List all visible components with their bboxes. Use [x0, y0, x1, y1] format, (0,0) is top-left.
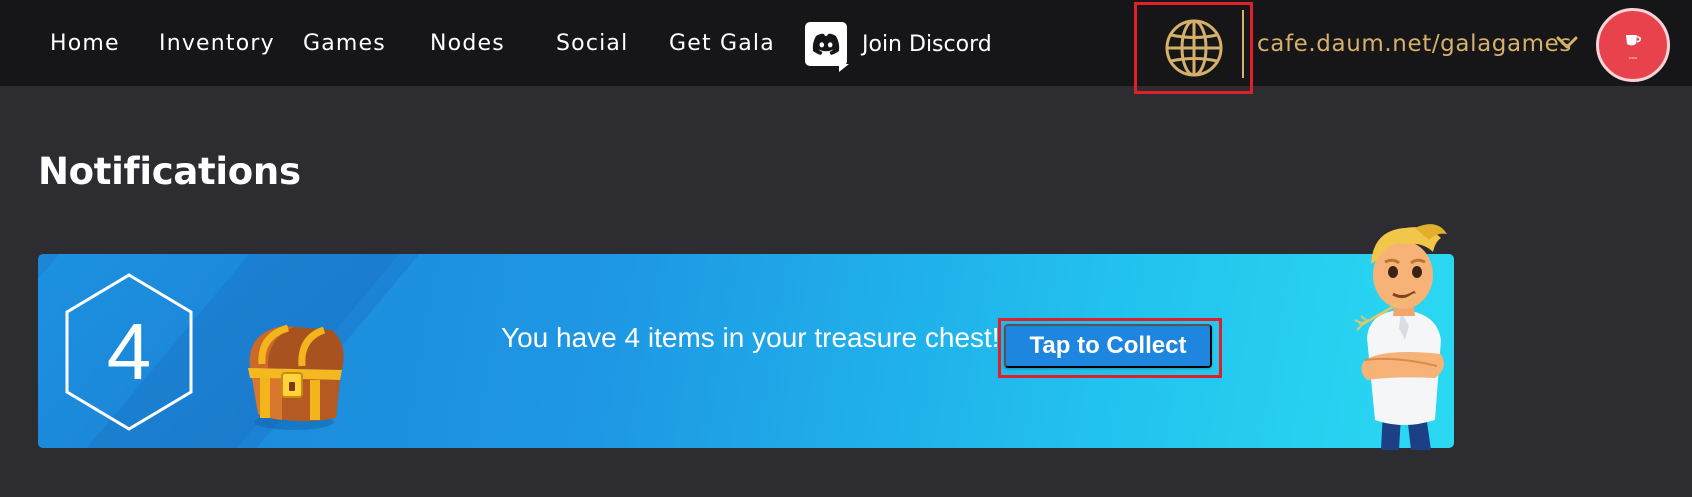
treasure-chest-notification: 4 You have 4 items in your treasure ches… — [38, 254, 1454, 448]
nav-link-home[interactable]: Home — [50, 30, 120, 58]
join-discord-link[interactable]: Join Discord — [805, 20, 992, 72]
nav-link-get-gala[interactable]: Get Gala — [669, 30, 775, 58]
page-title: Notifications — [38, 150, 301, 193]
tap-to-collect-button[interactable]: Tap to Collect — [1004, 324, 1212, 368]
nav-link-inventory[interactable]: Inventory — [159, 30, 275, 58]
notification-message: You have 4 items in your treasure chest! — [501, 322, 1000, 353]
globe-icon — [1165, 19, 1222, 77]
nav-divider — [1242, 10, 1244, 78]
avatar-caption: •••••• — [1628, 54, 1638, 60]
join-discord-label: Join Discord — [862, 31, 992, 57]
treasure-chest-icon — [248, 324, 344, 430]
nav-link-games[interactable]: Games — [303, 30, 386, 58]
nav-link-nodes[interactable]: Nodes — [430, 30, 505, 58]
mascot-character — [1354, 224, 1447, 450]
avatar[interactable]: •••••• — [1596, 8, 1670, 82]
nav-link-social[interactable]: Social — [556, 30, 628, 58]
discord-icon — [805, 22, 849, 72]
top-navigation-bar: Home Inventory Games Nodes Social Get Ga… — [0, 0, 1692, 94]
item-count: 4 — [106, 307, 152, 396]
cafe-cup-icon — [1626, 34, 1641, 45]
account-url-label[interactable]: cafe.daum.net/galagames — [1257, 31, 1572, 57]
chevron-down-icon[interactable] — [1556, 36, 1578, 50]
language-globe-button[interactable] — [1134, 2, 1253, 94]
